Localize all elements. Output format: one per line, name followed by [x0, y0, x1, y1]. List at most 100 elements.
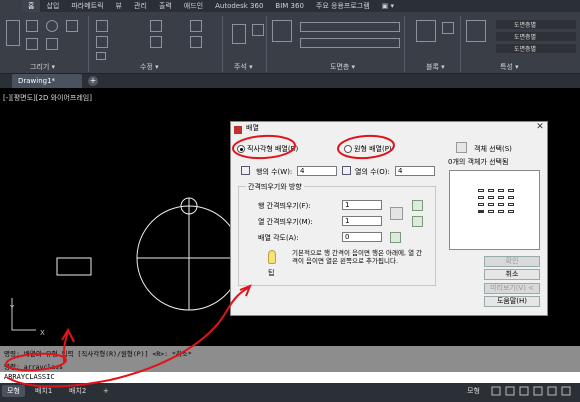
panel-label-layers[interactable]: 도면층 ▾	[330, 62, 355, 73]
text-tool-icon[interactable]	[232, 24, 246, 44]
offset-group-title: 간격띄우기와 방향	[246, 182, 304, 192]
tab-manage[interactable]: 관리	[128, 0, 153, 12]
panel-divider	[460, 16, 461, 72]
ucs-icon	[11, 298, 36, 331]
document-tab-bar	[0, 74, 580, 88]
tab-model[interactable]: 모형	[2, 385, 25, 397]
array-tool-icon[interactable]	[190, 36, 202, 48]
lightbulb-icon	[268, 250, 276, 264]
preview-array-item	[478, 196, 484, 199]
trim-tool-icon[interactable]	[150, 20, 162, 32]
polar-array-label[interactable]: 원형 배열(P)	[354, 144, 392, 154]
row-offset-input[interactable]: 1	[342, 200, 382, 210]
layer-properties-icon[interactable]	[272, 20, 292, 42]
panel-label-annotation[interactable]: 주석 ▾	[234, 62, 253, 73]
preview-array-item	[488, 189, 494, 192]
ok-button[interactable]: 확인	[484, 256, 540, 267]
rectangular-array-label[interactable]: 직사각형 배열(R)	[247, 144, 298, 154]
tab-featured-apps[interactable]: 주요 응용프로그램	[310, 0, 376, 12]
rotate-tool-icon[interactable]	[96, 36, 108, 48]
cancel-button[interactable]: 취소	[484, 269, 540, 280]
tab-autodesk360[interactable]: Autodesk 360	[209, 0, 269, 12]
preview-array-item	[498, 196, 504, 199]
panel-label-draw[interactable]: 그리기 ▾	[30, 62, 55, 73]
pick-angle-icon[interactable]	[390, 232, 401, 243]
create-block-icon[interactable]	[442, 22, 454, 34]
app-logo-icon[interactable]	[0, 0, 22, 12]
tab-view[interactable]: 뷰	[110, 0, 128, 12]
tab-layout2[interactable]: 배치2	[64, 385, 91, 397]
array-angle-label: 배열 각도(A):	[258, 234, 299, 242]
arc-tool-icon[interactable]	[66, 20, 78, 32]
linetype-dropdown[interactable]: 도면층별	[496, 32, 576, 41]
status-toggle-icons[interactable]	[490, 386, 574, 396]
panel-divider	[266, 16, 267, 72]
rectangle-tool-icon[interactable]	[26, 38, 38, 50]
command-history-line: 명령: arrayclass	[4, 363, 63, 371]
rows-input[interactable]: 4	[297, 166, 337, 176]
ribbon-tab-bar: 홈 삽입 파라메트릭 뷰 관리 출력 애드인 Autodesk 360 BIM …	[0, 0, 580, 12]
columns-input[interactable]: 4	[395, 166, 435, 176]
insert-block-icon[interactable]	[416, 20, 436, 42]
layer-tools-row[interactable]	[300, 38, 400, 48]
tab-home[interactable]: 홈	[22, 0, 41, 12]
command-input[interactable]: ARRAYCLASSIC	[0, 372, 580, 383]
panel-label-properties[interactable]: 특성 ▾	[500, 62, 519, 73]
tab-layout1[interactable]: 배치1	[30, 385, 57, 397]
tab-addins[interactable]: 애드인	[178, 0, 209, 12]
small-rectangle[interactable]	[56, 257, 92, 276]
close-icon[interactable]: ✕	[534, 122, 546, 134]
select-objects-label[interactable]: 객체 선택(S)	[474, 144, 512, 154]
preview-array-item	[508, 196, 514, 199]
tab-output[interactable]: 출력	[153, 0, 178, 12]
preview-array-item	[478, 210, 484, 213]
preview-array-item	[478, 203, 484, 206]
add-layout-button[interactable]: +	[98, 385, 114, 397]
column-offset-input[interactable]: 1	[342, 216, 382, 226]
columns-label: 열의 수(O):	[355, 168, 390, 176]
preview-array-item	[488, 203, 494, 206]
tab-insert[interactable]: 삽입	[40, 0, 65, 12]
rows-icon	[241, 166, 250, 175]
tab-bim360[interactable]: BIM 360	[269, 0, 310, 12]
preview-button[interactable]: 미리보기(V) <	[484, 283, 540, 294]
tab-parametric[interactable]: 파라메트릭	[65, 0, 109, 12]
match-properties-icon[interactable]	[466, 20, 486, 42]
preview-array-item	[498, 189, 504, 192]
lineweight-dropdown[interactable]: 도면층별	[496, 44, 576, 53]
selected-count-text: 0개의 객체가 선택됨	[448, 158, 509, 166]
preview-array-item	[508, 210, 514, 213]
pick-column-offset-icon[interactable]	[412, 216, 423, 227]
line-tool-icon[interactable]	[6, 20, 20, 46]
pick-row-offset-icon[interactable]	[412, 200, 423, 211]
tab-overflow[interactable]: ▣ ▾	[376, 0, 400, 12]
panel-label-modify[interactable]: 수정 ▾	[140, 62, 159, 73]
preview-array-item	[498, 203, 504, 206]
erase-tool-icon[interactable]	[190, 20, 202, 32]
move-tool-icon[interactable]	[96, 20, 108, 32]
array-angle-input[interactable]: 0	[342, 232, 382, 242]
circle-tool-icon[interactable]	[46, 20, 58, 32]
help-button[interactable]: 도움말(H)	[484, 296, 540, 307]
ucs-y-label: Y	[9, 304, 15, 312]
dialog-title: 배열	[246, 124, 259, 132]
array-preview	[449, 170, 540, 250]
preview-array-item	[508, 203, 514, 206]
layer-dropdown[interactable]	[300, 22, 400, 32]
mirror-tool-icon[interactable]	[96, 52, 106, 60]
select-objects-icon[interactable]	[456, 142, 467, 153]
dimension-tool-icon[interactable]	[252, 24, 264, 36]
row-offset-label: 행 간격띄우기(F):	[258, 202, 311, 210]
hatch-tool-icon[interactable]	[46, 38, 58, 50]
add-doc-tab-button[interactable]: +	[88, 76, 98, 86]
doc-tab-drawing1[interactable]: Drawing1*	[12, 74, 82, 88]
polyline-tool-icon[interactable]	[26, 20, 38, 32]
model-space-toggle[interactable]: 모형	[462, 385, 485, 397]
rectangular-array-radio[interactable]	[237, 145, 245, 153]
pick-both-offsets-icon[interactable]	[390, 207, 403, 220]
color-dropdown[interactable]: 도면층별	[496, 20, 576, 29]
polar-array-radio[interactable]	[344, 145, 352, 153]
panel-label-block[interactable]: 블록 ▾	[426, 62, 445, 73]
fillet-tool-icon[interactable]	[150, 36, 162, 48]
panel-divider	[222, 16, 223, 72]
